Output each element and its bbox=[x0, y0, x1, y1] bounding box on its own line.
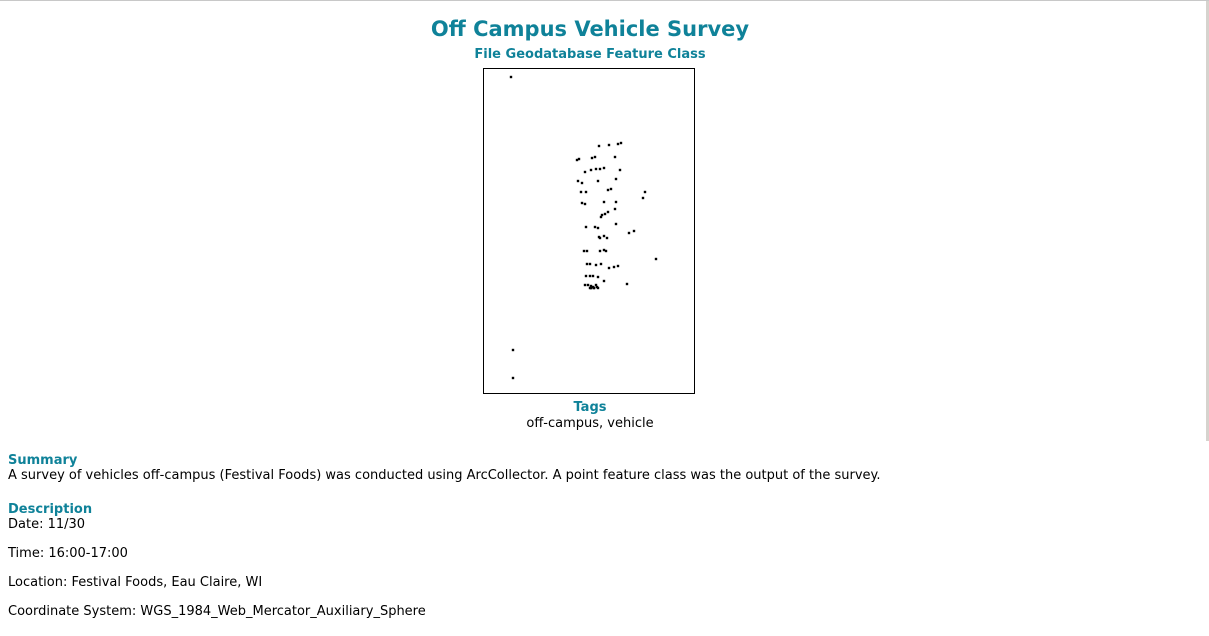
survey-point-marker bbox=[585, 249, 589, 253]
survey-point-marker bbox=[511, 376, 515, 380]
survey-point-marker bbox=[602, 200, 606, 204]
page-title: Off Campus Vehicle Survey bbox=[430, 17, 750, 41]
survey-point-marker bbox=[576, 179, 580, 183]
survey-point-marker bbox=[585, 262, 589, 266]
survey-point-marker bbox=[598, 167, 602, 171]
survey-point-marker bbox=[592, 286, 596, 290]
survey-point-marker bbox=[579, 190, 583, 194]
survey-point-marker bbox=[596, 179, 600, 183]
survey-point-marker bbox=[641, 196, 645, 200]
survey-point-marker bbox=[654, 257, 658, 261]
survey-point-marker bbox=[613, 155, 617, 159]
survey-point-marker bbox=[607, 266, 611, 270]
survey-point-marker bbox=[604, 249, 608, 253]
survey-point-marker bbox=[580, 181, 584, 185]
survey-point-marker bbox=[602, 234, 606, 238]
survey-point-marker bbox=[607, 143, 611, 147]
survey-point-marker bbox=[632, 229, 636, 233]
survey-point-marker bbox=[580, 201, 584, 205]
survey-point-marker bbox=[590, 156, 594, 160]
survey-point-marker bbox=[583, 170, 587, 174]
survey-point-marker bbox=[619, 141, 623, 145]
survey-point-marker bbox=[583, 283, 587, 287]
survey-point-marker bbox=[582, 249, 586, 253]
survey-point-marker bbox=[599, 215, 603, 219]
survey-point-marker bbox=[594, 263, 598, 267]
survey-point-marker bbox=[602, 166, 606, 170]
survey-point-marker bbox=[575, 158, 579, 162]
survey-point-marker bbox=[616, 264, 620, 268]
survey-point-marker bbox=[618, 168, 622, 172]
survey-point-marker bbox=[509, 75, 513, 79]
survey-point-marker bbox=[599, 262, 603, 266]
survey-point-marker bbox=[598, 249, 602, 253]
description-coordinate-system: Coordinate System: WGS_1984_Web_Mercator… bbox=[8, 604, 426, 619]
survey-point-marker bbox=[627, 231, 631, 235]
item-type-subtitle: File Geodatabase Feature Class bbox=[474, 47, 706, 62]
survey-point-marker bbox=[589, 286, 593, 290]
survey-point-marker bbox=[625, 282, 629, 286]
description-heading: Description bbox=[8, 502, 93, 517]
survey-point-marker bbox=[584, 190, 588, 194]
survey-point-marker bbox=[609, 187, 613, 191]
survey-point-marker bbox=[588, 274, 592, 278]
survey-point-marker bbox=[593, 155, 597, 159]
survey-point-marker bbox=[596, 226, 600, 230]
survey-point-marker bbox=[614, 200, 618, 204]
survey-point-marker bbox=[596, 286, 600, 290]
survey-point-marker bbox=[616, 142, 620, 146]
summary-heading: Summary bbox=[8, 453, 78, 468]
survey-point-marker bbox=[586, 283, 590, 287]
survey-point-marker bbox=[614, 222, 618, 226]
metadata-page: Off Campus Vehicle Survey File Geodataba… bbox=[0, 0, 1209, 636]
survey-point-marker bbox=[511, 348, 515, 352]
survey-point-marker bbox=[605, 236, 609, 240]
survey-point-marker bbox=[614, 177, 618, 181]
survey-point-marker bbox=[584, 225, 588, 229]
survey-point-marker bbox=[602, 279, 606, 283]
survey-point-marker bbox=[597, 144, 601, 148]
survey-point-marker bbox=[584, 274, 588, 278]
survey-point-marker bbox=[589, 168, 593, 172]
thumbnail-point-map bbox=[509, 75, 658, 380]
description-date: Date: 11/30 bbox=[8, 517, 86, 532]
survey-point-marker bbox=[603, 212, 607, 216]
survey-point-marker bbox=[583, 202, 587, 206]
survey-point-marker bbox=[606, 188, 610, 192]
survey-point-marker bbox=[598, 236, 602, 240]
tags-value: off-campus, vehicle bbox=[526, 416, 654, 431]
survey-point-marker bbox=[612, 265, 616, 269]
survey-point-marker bbox=[594, 167, 598, 171]
survey-point-marker bbox=[606, 210, 610, 214]
survey-point-marker bbox=[596, 275, 600, 279]
survey-point-marker bbox=[591, 274, 595, 278]
feature-class-thumbnail bbox=[483, 68, 695, 394]
description-location: Location: Festival Foods, Eau Claire, WI bbox=[8, 575, 263, 590]
survey-point-marker bbox=[593, 225, 597, 229]
survey-point-marker bbox=[613, 207, 617, 211]
tags-heading: Tags bbox=[573, 400, 607, 415]
description-time: Time: 16:00-17:00 bbox=[8, 546, 128, 561]
summary-text: A survey of vehicles off-campus (Festiva… bbox=[8, 468, 881, 483]
survey-point-marker bbox=[588, 262, 592, 266]
survey-point-marker bbox=[643, 190, 647, 194]
